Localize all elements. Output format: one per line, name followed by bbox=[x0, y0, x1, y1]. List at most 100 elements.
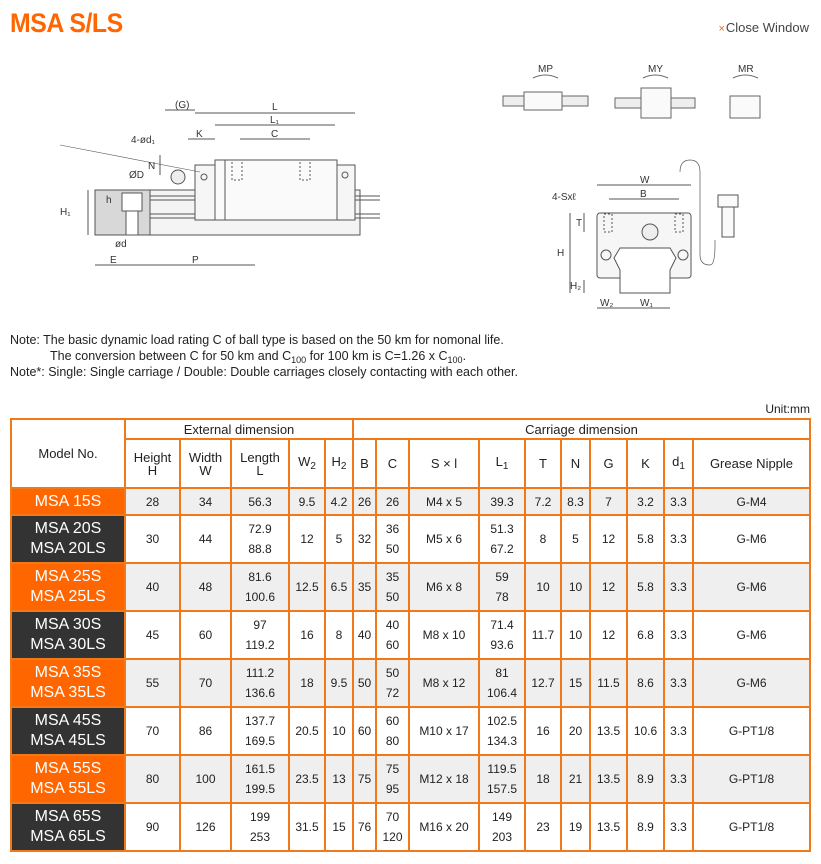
cell-t: 11.7 bbox=[524, 610, 562, 660]
cell-sxl: M6 x 8 bbox=[408, 562, 480, 612]
unit-label: Unit:mm bbox=[765, 402, 810, 416]
close-window-link[interactable]: ×Close Window bbox=[718, 20, 809, 35]
cell-g: 13.5 bbox=[589, 802, 628, 852]
table-row: MSA 15S 28 34 56.3 9.5 4.2 26 26 M4 x 5 39.3 7.2 8.… bbox=[10, 487, 811, 516]
technical-drawing: (G) L L₁ C K 4-ød₁ N ØD h H₁ ød E P MP M… bbox=[59, 64, 761, 309]
cell-h2: 9.5 bbox=[324, 658, 354, 708]
dim-label-sxl: 4-Sxℓ bbox=[552, 192, 577, 203]
table-row: MSA 35S MSA 35LS 55 70 111.2 136.6 18 9.5 50 50 72… bbox=[10, 658, 811, 708]
cell-nipple: G-M4 bbox=[692, 487, 811, 516]
cell-k: 8.6 bbox=[626, 658, 665, 708]
cell-w: 86 bbox=[179, 706, 232, 756]
cell-t: 16 bbox=[524, 706, 562, 756]
cell-n: 8.3 bbox=[560, 487, 591, 516]
cell-nipple: G-PT1/8 bbox=[692, 754, 811, 804]
table-row: MSA 20S MSA 20LS 30 44 72.9 88.8 12 5 32 36 50 M5 x… bbox=[10, 514, 811, 564]
cell-h: 70 bbox=[124, 706, 181, 756]
column-header-g: G bbox=[589, 438, 628, 489]
cell-nipple: G-PT1/8 bbox=[692, 802, 811, 852]
column-header-h: Height H bbox=[124, 438, 181, 489]
cell-nipple: G-M6 bbox=[692, 658, 811, 708]
table-row: MSA 25S MSA 25LS 40 48 81.6 100.6 12.5 6.5 35 35 5… bbox=[10, 562, 811, 612]
cell-w: 60 bbox=[179, 610, 232, 660]
dim-label-g: (G) bbox=[175, 100, 189, 111]
dim-label-p: P bbox=[192, 255, 199, 266]
cell-nipple: G-M6 bbox=[692, 514, 811, 564]
dim-label-D: ØD bbox=[129, 170, 144, 181]
dim-label-d1: 4-ød₁ bbox=[131, 135, 156, 146]
column-header-l1: L1 bbox=[478, 438, 526, 489]
cell-w: 70 bbox=[179, 658, 232, 708]
cell-b: 26 bbox=[352, 487, 377, 516]
moment-label-mp: MP bbox=[538, 64, 553, 75]
cell-h: 80 bbox=[124, 754, 181, 804]
cell-sxl: M4 x 5 bbox=[408, 487, 480, 516]
cell-h2: 5 bbox=[324, 514, 354, 564]
cell-d1: 3.3 bbox=[663, 802, 694, 852]
cell-h: 30 bbox=[124, 514, 181, 564]
cell-h: 55 bbox=[124, 658, 181, 708]
cell-w: 44 bbox=[179, 514, 232, 564]
rail-profile bbox=[613, 247, 677, 294]
cell-l1: 102.5 134.3 bbox=[478, 706, 526, 756]
dim-label-w: W bbox=[640, 175, 650, 186]
cell-n: 10 bbox=[560, 562, 591, 612]
column-header-w2: W2 bbox=[288, 438, 326, 489]
page-title: MSA S/LS bbox=[10, 8, 123, 38]
cell-l: 72.9 88.8 bbox=[230, 514, 290, 564]
cell-l: 81.6 100.6 bbox=[230, 562, 290, 612]
cell-h2: 10 bbox=[324, 706, 354, 756]
cell-t: 10 bbox=[524, 562, 562, 612]
cell-d1: 3.3 bbox=[663, 487, 694, 516]
cell-k: 6.8 bbox=[626, 610, 665, 660]
cell-c: 50 72 bbox=[375, 658, 410, 708]
dim-label-c: C bbox=[271, 129, 278, 140]
model-name-cell: MSA 45S MSA 45LS bbox=[10, 706, 126, 756]
cell-l1: 119.5 157.5 bbox=[478, 754, 526, 804]
cell-d1: 3.3 bbox=[663, 706, 694, 756]
close-icon: × bbox=[718, 23, 725, 35]
cell-g: 11.5 bbox=[589, 658, 628, 708]
cell-w: 34 bbox=[179, 487, 232, 516]
model-name-cell: MSA 55S MSA 55LS bbox=[10, 754, 126, 804]
column-header-k: K bbox=[626, 438, 665, 489]
column-header-h2: H2 bbox=[324, 438, 354, 489]
cell-w2: 16 bbox=[288, 610, 326, 660]
cell-c: 60 80 bbox=[375, 706, 410, 756]
cell-c: 26 bbox=[375, 487, 410, 516]
cell-l: 161.5 199.5 bbox=[230, 754, 290, 804]
model-name-cell: MSA 15S bbox=[10, 487, 126, 516]
bolt-icon bbox=[717, 194, 739, 208]
dim-label-h1: H₁ bbox=[60, 207, 71, 218]
cell-n: 15 bbox=[560, 658, 591, 708]
cell-g: 13.5 bbox=[589, 754, 628, 804]
dim-label-l1: L₁ bbox=[270, 115, 280, 126]
dim-label-k: K bbox=[196, 129, 203, 140]
cell-c: 70 120 bbox=[375, 802, 410, 852]
column-header-l: Length L bbox=[230, 438, 290, 489]
cell-b: 50 bbox=[352, 658, 377, 708]
dim-label-h2: H₂ bbox=[570, 281, 581, 292]
table-row: MSA 65S MSA 65LS 90 126 199 253 31.5 15 76 70 120 M… bbox=[10, 802, 811, 852]
cell-w2: 9.5 bbox=[288, 487, 326, 516]
cell-l: 97 119.2 bbox=[230, 610, 290, 660]
column-header-w: Width W bbox=[179, 438, 232, 489]
column-header-n: N bbox=[560, 438, 591, 489]
side-view-drawing bbox=[59, 109, 380, 266]
column-header-nipple: Grease Nipple bbox=[692, 438, 811, 489]
cell-g: 12 bbox=[589, 610, 628, 660]
spec-table: Model No. External dimension Carriage di… bbox=[10, 418, 811, 852]
cell-l: 111.2 136.6 bbox=[230, 658, 290, 708]
cell-w2: 18 bbox=[288, 658, 326, 708]
header-model: Model No. bbox=[10, 418, 126, 489]
cell-c: 75 95 bbox=[375, 754, 410, 804]
cell-l: 137.7 169.5 bbox=[230, 706, 290, 756]
cell-h2: 8 bbox=[324, 610, 354, 660]
cell-b: 76 bbox=[352, 802, 377, 852]
cell-g: 12 bbox=[589, 514, 628, 564]
note-line-3: Note*: Single: Single carriage / Double:… bbox=[10, 365, 518, 379]
cell-c: 40 60 bbox=[375, 610, 410, 660]
cell-h: 45 bbox=[124, 610, 181, 660]
cell-w2: 31.5 bbox=[288, 802, 326, 852]
cell-w: 100 bbox=[179, 754, 232, 804]
